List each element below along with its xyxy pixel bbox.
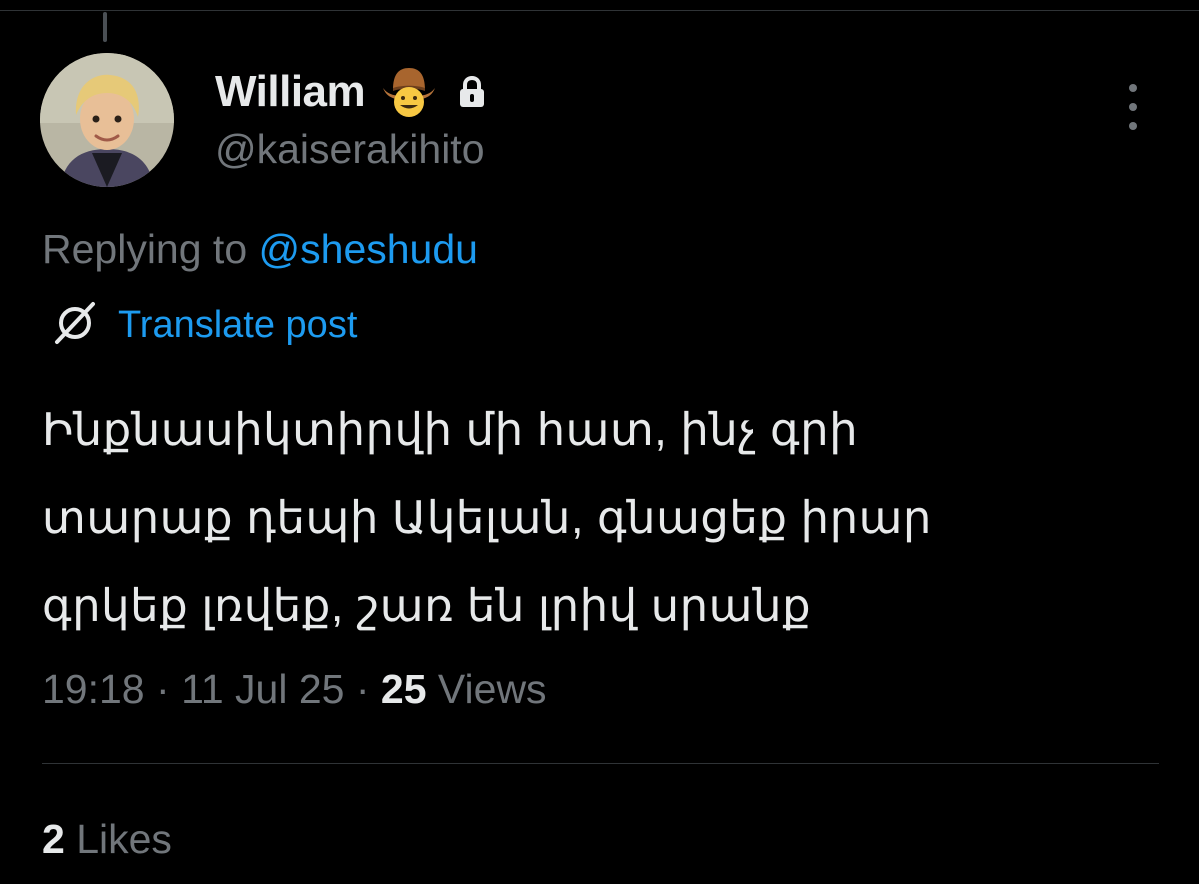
likes-count: 2 bbox=[42, 816, 65, 862]
post-text-line: տարաք դեպի Ակելան, գնացեք իրար bbox=[42, 492, 932, 543]
likes-stat[interactable]: 2 Likes bbox=[42, 816, 172, 863]
likes-label: Likes bbox=[76, 816, 172, 862]
lock-icon bbox=[457, 75, 487, 109]
post-date[interactable]: 11 Jul 25 bbox=[181, 666, 344, 712]
thread-connector-line bbox=[103, 12, 107, 42]
reply-mention-link[interactable]: @sheshudu bbox=[259, 226, 478, 272]
display-name[interactable]: William bbox=[215, 67, 366, 117]
replying-to-prefix: Replying to bbox=[42, 226, 248, 272]
author-name-row: William bbox=[215, 62, 487, 122]
top-divider bbox=[0, 10, 1199, 11]
translate-post-label: Translate post bbox=[118, 303, 358, 346]
replying-to-line: Replying to @sheshudu bbox=[42, 226, 478, 273]
post-time[interactable]: 19:18 bbox=[42, 666, 145, 712]
post-text: Ինքնասիկտիրվի մի հատ, ինչ գրի տարաք դեպի… bbox=[42, 386, 1162, 650]
meta-separator: · bbox=[156, 666, 170, 712]
more-vertical-icon[interactable] bbox=[1118, 84, 1148, 130]
translate-post-button[interactable]: Translate post bbox=[52, 300, 358, 351]
meta-separator: · bbox=[355, 666, 370, 712]
avatar-photo bbox=[40, 53, 174, 187]
post-text-line: Ինքնասիկտիրվի մի հատ, ինչ գրի bbox=[42, 404, 859, 455]
divider bbox=[42, 763, 1159, 764]
post-text-line: գրկեք լռվեք, շառ են լրիվ սրանք bbox=[42, 580, 812, 631]
translate-globe-icon bbox=[52, 300, 98, 351]
post-meta: 19:18 · 11 Jul 25 · 25 Views bbox=[42, 666, 547, 713]
views-count: 25 bbox=[380, 666, 427, 712]
avatar[interactable] bbox=[40, 53, 174, 187]
cowboy-hat-face-emoji-icon bbox=[379, 66, 439, 118]
views-label: Views bbox=[437, 666, 547, 712]
user-handle[interactable]: @kaiserakihito bbox=[215, 126, 485, 173]
